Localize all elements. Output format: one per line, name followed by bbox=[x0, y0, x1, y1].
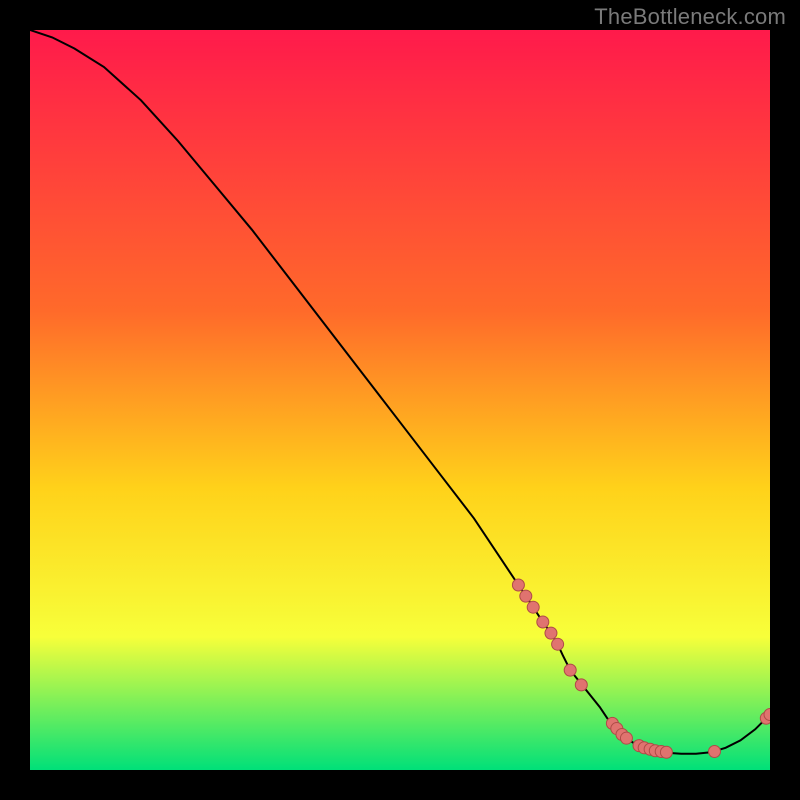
curve-marker bbox=[709, 746, 721, 758]
chart-svg bbox=[30, 30, 770, 770]
curve-marker bbox=[545, 627, 557, 639]
watermark-text: TheBottleneck.com bbox=[594, 4, 786, 30]
curve-marker bbox=[537, 616, 549, 628]
curve-marker bbox=[575, 679, 587, 691]
curve-marker bbox=[520, 590, 532, 602]
gradient-background bbox=[30, 30, 770, 770]
curve-marker bbox=[660, 746, 672, 758]
curve-marker bbox=[552, 638, 564, 650]
curve-marker bbox=[512, 579, 524, 591]
chart-plot bbox=[30, 30, 770, 770]
chart-stage: TheBottleneck.com bbox=[0, 0, 800, 800]
curve-marker bbox=[620, 732, 632, 744]
curve-marker bbox=[564, 664, 576, 676]
curve-marker bbox=[527, 601, 539, 613]
